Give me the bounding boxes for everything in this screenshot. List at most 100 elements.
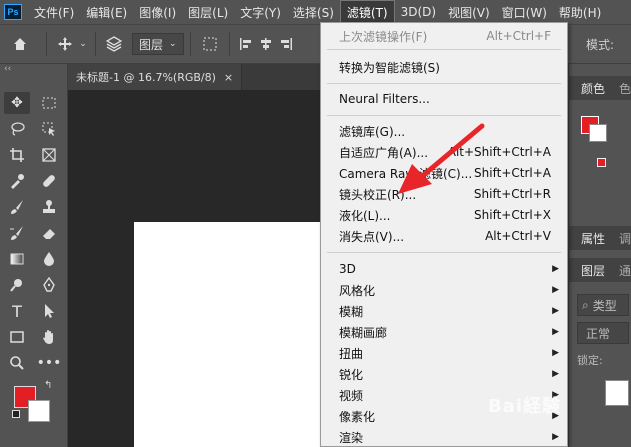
menu-image[interactable]: 图像(I) bbox=[133, 0, 182, 24]
chevron-down-icon: ⌄ bbox=[169, 39, 177, 49]
menu-view[interactable]: 视图(V) bbox=[442, 0, 496, 24]
crop-icon[interactable] bbox=[4, 144, 30, 166]
default-colors-icon[interactable] bbox=[12, 410, 20, 418]
divider bbox=[46, 32, 47, 56]
tab-layers[interactable]: 图层 bbox=[581, 258, 605, 282]
marquee-icon[interactable] bbox=[36, 92, 62, 114]
menu-item-last-filter[interactable]: 上次滤镜操作(F) Alt+Ctrl+F bbox=[321, 26, 567, 46]
align-right-icon[interactable] bbox=[276, 30, 296, 58]
menu-window[interactable]: 窗口(W) bbox=[496, 0, 553, 24]
baidu-watermark: Bai経験 bbox=[488, 396, 562, 417]
hand-icon[interactable] bbox=[36, 326, 62, 348]
menu-item-blur[interactable]: 模糊 ▶ bbox=[321, 301, 567, 321]
menu-help[interactable]: 帮助(H) bbox=[553, 0, 607, 24]
search-icon: ⌕ bbox=[582, 297, 589, 312]
divider bbox=[228, 32, 230, 56]
transform-controls-icon[interactable] bbox=[197, 30, 223, 58]
tab-swatches[interactable]: 色 bbox=[619, 76, 631, 100]
menu-item-stylize[interactable]: 风格化 ▶ bbox=[321, 280, 567, 300]
eyedropper-icon[interactable] bbox=[4, 170, 30, 192]
tab-properties[interactable]: 属性 bbox=[581, 226, 605, 250]
gamut-warning-swatch[interactable] bbox=[597, 158, 606, 167]
menu-item-3d[interactable]: 3D ▶ bbox=[321, 259, 567, 279]
menu-file[interactable]: 文件(F) bbox=[28, 0, 80, 24]
right-panels: 颜色 色 属性 调 图层 通 ⌕ 类型 正常 锁定: bbox=[568, 64, 631, 447]
document-canvas[interactable] bbox=[134, 222, 320, 447]
menu-separator bbox=[327, 83, 561, 84]
auto-select-dropdown[interactable]: 图层 ⌄ bbox=[132, 33, 184, 55]
blend-mode-select[interactable]: 正常 bbox=[577, 322, 629, 344]
menu-3d[interactable]: 3D(D) bbox=[395, 0, 442, 24]
gradient-icon[interactable] bbox=[4, 248, 30, 270]
menu-type[interactable]: 文字(Y) bbox=[234, 0, 287, 24]
auto-select-value: 图层 bbox=[139, 37, 164, 52]
type-icon[interactable]: T bbox=[4, 300, 30, 322]
menu-edit[interactable]: 编辑(E) bbox=[80, 0, 133, 24]
submenu-arrow-icon: ▶ bbox=[552, 348, 559, 358]
panel-background-swatch[interactable] bbox=[589, 124, 607, 142]
chevron-down-icon[interactable]: ⌄ bbox=[77, 30, 89, 58]
stamp-icon[interactable] bbox=[36, 196, 62, 218]
document-tab-bar: 未标题-1 @ 16.7%(RGB/8) × bbox=[68, 64, 320, 90]
close-icon[interactable]: × bbox=[224, 71, 233, 84]
lock-label: 锁定: bbox=[577, 354, 603, 367]
menu-item-convert-smart-filter[interactable]: 转换为智能滤镜(S) bbox=[321, 57, 567, 77]
menu-select[interactable]: 选择(S) bbox=[287, 0, 340, 24]
submenu-arrow-icon: ▶ bbox=[552, 369, 559, 379]
mode-label: 模式: bbox=[586, 38, 615, 52]
move-icon[interactable]: ✥ bbox=[4, 92, 30, 114]
move-tool-icon[interactable] bbox=[53, 30, 77, 58]
auto-select-icon[interactable] bbox=[102, 30, 126, 58]
submenu-arrow-icon: ▶ bbox=[552, 432, 559, 442]
more-icon[interactable]: ••• bbox=[36, 352, 62, 374]
menu-separator bbox=[327, 252, 561, 253]
photoshop-window: Ps 文件(F) 编辑(E) 图像(I) 图层(L) 文字(Y) 选择(S) 滤… bbox=[0, 0, 631, 447]
brush-icon[interactable] bbox=[4, 196, 30, 218]
menu-filter[interactable]: 滤镜(T) bbox=[339, 0, 395, 24]
history-brush-icon[interactable] bbox=[4, 222, 30, 244]
ps-logo: Ps bbox=[4, 4, 22, 20]
submenu-arrow-icon: ▶ bbox=[552, 285, 559, 295]
layer-thumbnail[interactable] bbox=[605, 380, 629, 406]
menu-item-neural-filters[interactable]: Neural Filters... bbox=[321, 89, 567, 109]
annotation-arrow-icon bbox=[398, 123, 485, 194]
tab-color[interactable]: 颜色 bbox=[581, 76, 605, 100]
eraser-icon[interactable] bbox=[36, 222, 62, 244]
tools-panel: ‹‹ ✥ T ••• ↰ bbox=[0, 64, 68, 447]
menu-item-vanishing-point[interactable]: 消失点(V)... Alt+Ctrl+V bbox=[321, 226, 567, 246]
menu-separator bbox=[327, 115, 561, 116]
submenu-arrow-icon: ▶ bbox=[552, 306, 559, 316]
path-select-icon[interactable] bbox=[36, 300, 62, 322]
document-tab[interactable]: 未标题-1 @ 16.7%(RGB/8) × bbox=[68, 64, 243, 90]
swap-colors-icon[interactable]: ↰ bbox=[44, 380, 52, 391]
menu-item-liquify[interactable]: 液化(L)... Shift+Ctrl+X bbox=[321, 205, 567, 225]
collapse-icon[interactable]: ‹‹ bbox=[4, 64, 11, 74]
menu-bar: Ps 文件(F) 编辑(E) 图像(I) 图层(L) 文字(Y) 选择(S) 滤… bbox=[0, 0, 631, 24]
document-tab-title: 未标题-1 @ 16.7%(RGB/8) bbox=[76, 71, 216, 84]
dodge-icon[interactable] bbox=[4, 274, 30, 296]
object-select-icon[interactable] bbox=[36, 118, 62, 140]
rectangle-icon[interactable] bbox=[4, 326, 30, 348]
frame-icon[interactable] bbox=[36, 144, 62, 166]
menu-item-render[interactable]: 渲染 ▶ bbox=[321, 427, 567, 447]
layer-filter-search[interactable]: ⌕ 类型 bbox=[577, 294, 629, 316]
menu-item-distort[interactable]: 扭曲 ▶ bbox=[321, 343, 567, 363]
menu-item-blur-gallery[interactable]: 模糊画廊 ▶ bbox=[321, 322, 567, 342]
zoom-icon[interactable] bbox=[4, 352, 30, 374]
blur-icon[interactable] bbox=[36, 248, 62, 270]
menu-layer[interactable]: 图层(L) bbox=[182, 0, 234, 24]
submenu-arrow-icon: ▶ bbox=[552, 327, 559, 337]
submenu-arrow-icon: ▶ bbox=[552, 264, 559, 274]
menu-item-sharpen[interactable]: 锐化 ▶ bbox=[321, 364, 567, 384]
home-icon[interactable] bbox=[0, 30, 40, 58]
tab-channels[interactable]: 通 bbox=[619, 258, 631, 282]
tab-adjustments[interactable]: 调 bbox=[619, 226, 631, 250]
align-left-icon[interactable] bbox=[236, 30, 256, 58]
background-color-swatch[interactable] bbox=[28, 400, 50, 422]
lasso-icon[interactable] bbox=[4, 118, 30, 140]
filter-menu: 上次滤镜操作(F) Alt+Ctrl+F 转换为智能滤镜(S) Neural F… bbox=[320, 22, 568, 447]
healing-icon[interactable] bbox=[36, 170, 62, 192]
divider bbox=[95, 32, 96, 56]
align-center-icon[interactable] bbox=[256, 30, 276, 58]
pen-icon[interactable] bbox=[36, 274, 62, 296]
